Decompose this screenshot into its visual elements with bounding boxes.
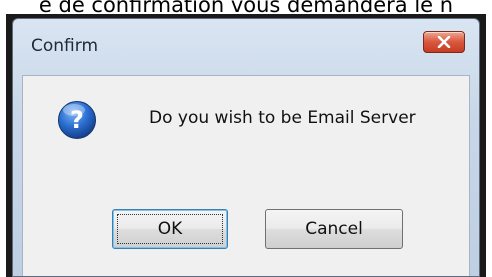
cancel-button[interactable]: Cancel	[265, 209, 403, 249]
dialog-titlebar[interactable]: Confirm	[13, 19, 479, 75]
svg-text:?: ?	[70, 106, 84, 134]
close-button[interactable]	[423, 31, 465, 53]
confirm-dialog: Confirm ? Do you wish to be Email Server…	[12, 18, 480, 277]
dialog-message: Do you wish to be Email Server	[149, 108, 416, 128]
ok-button[interactable]: OK	[112, 209, 228, 249]
close-icon	[437, 36, 451, 48]
question-icon: ?	[58, 101, 96, 139]
dialog-content: ? Do you wish to be Email Server OK Canc…	[22, 75, 470, 276]
cancel-button-label: Cancel	[305, 219, 363, 239]
dialog-title: Confirm	[31, 36, 99, 56]
ok-button-label: OK	[157, 219, 183, 239]
